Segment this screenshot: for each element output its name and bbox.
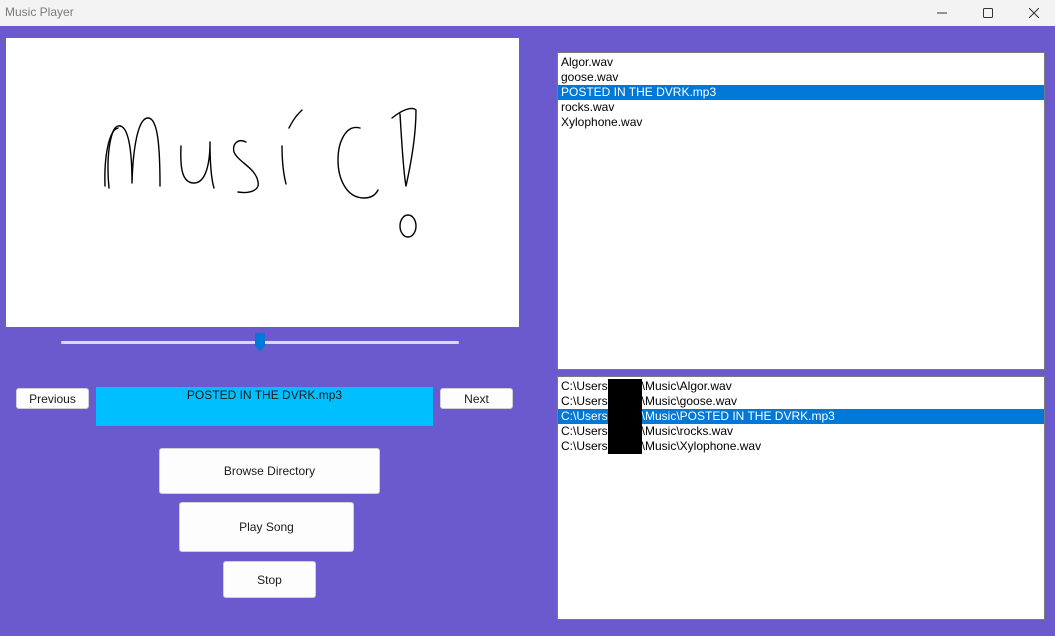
- redaction-block: [607, 424, 642, 439]
- path-prefix: C:\Users: [561, 424, 608, 438]
- drawing-canvas: [6, 38, 519, 327]
- maximize-icon: [983, 8, 993, 18]
- progress-slider[interactable]: [60, 331, 460, 355]
- list-item[interactable]: C:\Users \Music\Xylophone.wav: [558, 439, 1044, 454]
- list-item-label: goose.wav: [561, 70, 619, 84]
- redaction-block: [607, 409, 642, 424]
- list-item[interactable]: Xylophone.wav: [558, 115, 1044, 130]
- redaction-block: [607, 394, 642, 409]
- minimize-icon: [937, 12, 947, 14]
- path-list[interactable]: C:\Users \Music\Algor.wav C:\Users \Music\…: [557, 376, 1045, 620]
- list-item-selected[interactable]: C:\Users \Music\POSTED IN THE DVRK.mp3: [558, 409, 1044, 424]
- close-button[interactable]: [1011, 0, 1055, 26]
- music-handwriting-image: [104, 107, 417, 238]
- stop-button[interactable]: Stop: [223, 561, 316, 598]
- path-prefix: C:\Users: [561, 439, 608, 453]
- title-bar: Music Player: [0, 0, 1055, 26]
- list-item-label: Xylophone.wav: [561, 115, 643, 129]
- slider-thumb[interactable]: [255, 333, 265, 351]
- list-item-label: Algor.wav: [561, 55, 614, 69]
- redaction-block: [607, 379, 642, 394]
- client-area: Previous POSTED IN THE DVRK.mp3 Next Bro…: [0, 26, 1055, 636]
- path-prefix: C:\Users: [561, 379, 608, 393]
- window-title: Music Player: [5, 5, 74, 19]
- list-item-label: rocks.wav: [561, 100, 615, 114]
- path-prefix: C:\Users: [561, 409, 608, 423]
- path-suffix: \Music\goose.wav: [641, 394, 738, 408]
- list-item[interactable]: C:\Users \Music\goose.wav: [558, 394, 1044, 409]
- maximize-button[interactable]: [965, 0, 1011, 26]
- path-prefix: C:\Users: [561, 394, 608, 408]
- path-suffix: \Music\POSTED IN THE DVRK.mp3: [641, 409, 835, 423]
- list-item[interactable]: Algor.wav: [558, 55, 1044, 70]
- path-suffix: \Music\rocks.wav: [641, 424, 734, 438]
- browse-directory-button[interactable]: Browse Directory: [159, 448, 380, 494]
- play-song-button[interactable]: Play Song: [179, 502, 354, 552]
- path-suffix: \Music\Algor.wav: [641, 379, 732, 393]
- path-suffix: \Music\Xylophone.wav: [641, 439, 762, 453]
- list-item[interactable]: C:\Users \Music\Algor.wav: [558, 379, 1044, 394]
- minimize-button[interactable]: [919, 0, 965, 26]
- list-item-label: POSTED IN THE DVRK.mp3: [561, 85, 717, 99]
- song-list[interactable]: Algor.wav goose.wav POSTED IN THE DVRK.m…: [557, 52, 1045, 370]
- list-item[interactable]: goose.wav: [558, 70, 1044, 85]
- list-item-selected[interactable]: POSTED IN THE DVRK.mp3: [558, 85, 1044, 100]
- list-item[interactable]: C:\Users \Music\rocks.wav: [558, 424, 1044, 439]
- close-icon: [1029, 8, 1039, 18]
- now-playing-label: POSTED IN THE DVRK.mp3: [96, 387, 433, 426]
- next-button[interactable]: Next: [440, 388, 513, 409]
- previous-button[interactable]: Previous: [16, 388, 89, 409]
- redaction-block: [607, 439, 642, 454]
- list-item[interactable]: rocks.wav: [558, 100, 1044, 115]
